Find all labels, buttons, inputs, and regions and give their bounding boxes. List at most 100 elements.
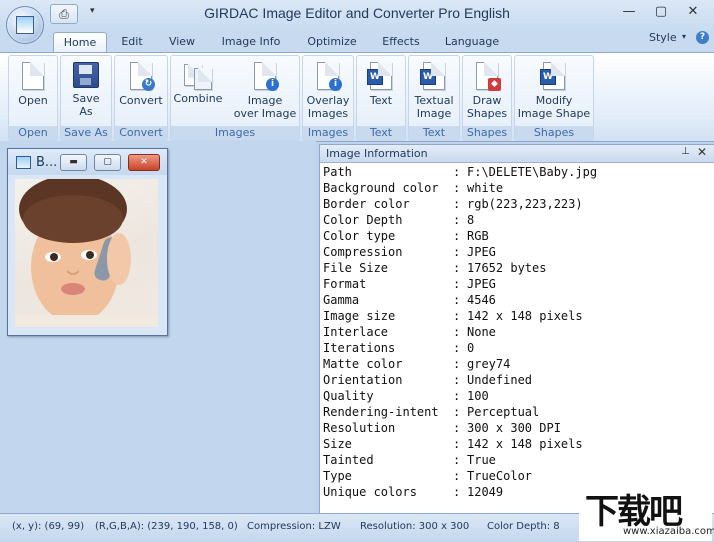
window-title: GIRDAC Image Editor and Converter Pro En… bbox=[204, 5, 510, 21]
info-key: Gamma bbox=[323, 293, 360, 307]
info-row: Format: JPEG bbox=[323, 276, 597, 292]
help-icon[interactable]: ? bbox=[696, 31, 709, 44]
pin-icon[interactable]: ⊥ bbox=[681, 146, 690, 157]
info-key: Border color bbox=[323, 197, 410, 211]
info-colon: : bbox=[453, 437, 461, 451]
status-compression: Compression: LZW bbox=[247, 521, 341, 532]
info-colon: : bbox=[453, 357, 461, 371]
overlay-images-button[interactable]: i Overlay Images bbox=[303, 59, 353, 120]
info-colon: : bbox=[453, 245, 461, 259]
info-colon: : bbox=[453, 325, 461, 339]
info-value: JPEG bbox=[467, 245, 496, 259]
watermark-url: www.xiazaiba.com bbox=[623, 526, 714, 537]
tab-edit[interactable]: Edit bbox=[113, 32, 151, 52]
tab-effects[interactable]: Effects bbox=[376, 32, 426, 52]
info-value: 17652 bytes bbox=[467, 261, 547, 275]
status-xy: (x, y): (69, 99) bbox=[12, 521, 85, 532]
info-row: Resolution:300 x 300 DPI bbox=[323, 420, 597, 436]
info-row: Size:142 x 148 pixels bbox=[323, 436, 597, 452]
modify-image-shape-button[interactable]: W Modify Image Shape bbox=[515, 59, 593, 120]
tab-home[interactable]: Home bbox=[53, 32, 107, 53]
info-value: 4546 bbox=[467, 293, 496, 307]
info-key: Interlace bbox=[323, 325, 389, 339]
info-colon: : bbox=[453, 309, 461, 323]
tab-view[interactable]: View bbox=[162, 32, 202, 52]
group-label-draw-shapes: Shapes bbox=[463, 126, 511, 140]
info-value: grey74 bbox=[467, 357, 511, 371]
info-colon: : bbox=[453, 405, 461, 419]
app-logo-icon bbox=[16, 16, 34, 34]
child-title-bar[interactable]: B... ▬ ▢ ✕ bbox=[8, 149, 167, 175]
tab-optimize[interactable]: Optimize bbox=[300, 32, 364, 52]
group-label-save-as: Save As bbox=[61, 126, 111, 140]
textual-word-badge-icon: W bbox=[420, 69, 436, 85]
info-row: File Size:17652 bytes bbox=[323, 260, 597, 276]
info-value: True bbox=[467, 453, 496, 467]
text-label: Text bbox=[369, 94, 393, 107]
word-badge-icon: W bbox=[367, 69, 383, 85]
combine-images-icon bbox=[184, 62, 212, 90]
info-colon: : bbox=[453, 373, 461, 387]
minimize-button[interactable]: — bbox=[614, 2, 644, 22]
info-row: Tainted: True bbox=[323, 452, 597, 468]
convert-button[interactable]: ↻ Convert bbox=[115, 59, 167, 107]
info-value: Undefined bbox=[467, 373, 533, 387]
info-colon: : bbox=[453, 421, 461, 435]
image-over-image-button[interactable]: i Image over Image bbox=[231, 59, 299, 120]
convert-label: Convert bbox=[119, 94, 163, 107]
overlay-images-icon: i bbox=[317, 62, 342, 91]
info-key: Rendering-intent bbox=[323, 405, 439, 419]
info-key: Unique colors bbox=[323, 485, 417, 499]
group-open: Open Open bbox=[8, 55, 58, 141]
info-value: white bbox=[467, 181, 504, 195]
info-value: 12049 bbox=[467, 485, 504, 499]
text-word-icon: W bbox=[367, 62, 392, 90]
info-key: Tainted bbox=[323, 453, 374, 467]
info-key: File Size bbox=[323, 261, 389, 275]
text-button[interactable]: W Text bbox=[357, 59, 405, 107]
info-row: Border color: rgb(223,223,223) bbox=[323, 196, 597, 212]
child-maximize-button[interactable]: ▢ bbox=[94, 154, 121, 171]
textual-image-button[interactable]: W Textual Image bbox=[409, 59, 459, 120]
group-images-overlay: i Overlay Images Images bbox=[302, 55, 354, 141]
info-key: Path bbox=[323, 165, 352, 179]
open-button[interactable]: Open bbox=[9, 59, 57, 107]
draw-shapes-button[interactable]: ◆ Draw Shapes bbox=[463, 59, 511, 120]
info-row: Matte color: grey74 bbox=[323, 356, 597, 372]
image-child-window[interactable]: B... ▬ ▢ ✕ bbox=[7, 148, 168, 336]
tab-image-info[interactable]: Image Info bbox=[216, 32, 286, 52]
maximize-button[interactable]: ▢ bbox=[646, 2, 676, 22]
info-colon: : bbox=[453, 293, 461, 307]
info-key: Type bbox=[323, 469, 352, 483]
textual-image-label: Textual Image bbox=[414, 94, 454, 120]
info-value: 8 bbox=[467, 213, 475, 227]
info-colon: : bbox=[453, 261, 461, 275]
info-row: Gamma:4546 bbox=[323, 292, 597, 308]
info-row: Unique colors:12049 bbox=[323, 484, 597, 500]
image-icon bbox=[16, 156, 31, 169]
style-menu[interactable]: Style bbox=[649, 31, 677, 44]
tab-language[interactable]: Language bbox=[439, 32, 505, 52]
info-colon: : bbox=[453, 485, 461, 499]
open-document-icon bbox=[22, 62, 44, 90]
combine-button[interactable]: Combine bbox=[171, 59, 225, 105]
info-value: 100 bbox=[467, 389, 489, 403]
info-value: None bbox=[467, 325, 496, 339]
info-key: Resolution bbox=[323, 421, 396, 435]
info-row: Background color: white bbox=[323, 180, 597, 196]
group-convert: ↻ Convert Convert bbox=[114, 55, 168, 141]
info-key: Format bbox=[323, 277, 367, 291]
child-close-button[interactable]: ✕ bbox=[128, 154, 160, 171]
child-minimize-button[interactable]: ▬ bbox=[60, 154, 87, 171]
close-button[interactable]: ✕ bbox=[678, 2, 708, 22]
baby-photo[interactable] bbox=[15, 179, 158, 327]
info-key: Image size bbox=[323, 309, 396, 323]
group-textual-image: W Textual Image Text bbox=[408, 55, 460, 141]
save-as-label: Save As bbox=[72, 92, 100, 118]
info-list: Path: F:\DELETE\Baby.jpg Background color:… bbox=[323, 164, 597, 500]
info-colon: : bbox=[453, 341, 461, 355]
info-close-icon[interactable]: ✕ bbox=[697, 145, 707, 159]
style-dropdown-icon[interactable]: ▾ bbox=[682, 32, 686, 41]
save-as-button[interactable]: Save As bbox=[61, 59, 111, 118]
app-menu-button[interactable] bbox=[6, 6, 44, 44]
